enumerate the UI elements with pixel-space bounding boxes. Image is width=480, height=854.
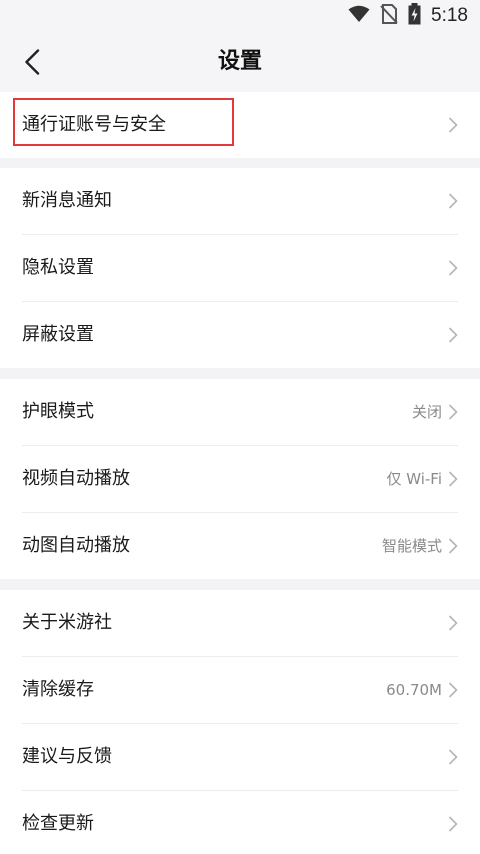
chevron-right-icon	[448, 615, 458, 631]
row-label: 建议与反馈	[22, 746, 112, 767]
row-feedback[interactable]: 建议与反馈	[0, 724, 480, 790]
chevron-right-icon	[448, 682, 458, 698]
status-bar: 5:18	[0, 0, 480, 32]
section-display: 护眼模式 关闭 视频自动播放 仅 Wi-Fi 动图自动播放 智能模式	[0, 379, 480, 579]
row-value: 关闭	[411, 403, 442, 421]
row-eye-protection[interactable]: 护眼模式 关闭	[0, 379, 480, 445]
row-label: 关于米游社	[22, 612, 112, 633]
row-account-security[interactable]: 通行证账号与安全	[0, 92, 480, 158]
row-new-message-notification[interactable]: 新消息通知	[0, 168, 480, 234]
row-label: 护眼模式	[22, 401, 94, 422]
wifi-icon	[348, 5, 370, 28]
battery-charging-icon	[408, 2, 421, 30]
row-check-update[interactable]: 检查更新	[0, 791, 480, 854]
row-video-autoplay[interactable]: 视频自动播放 仅 Wi-Fi	[0, 446, 480, 512]
row-value: 60.70M	[386, 681, 442, 699]
section-notifications-privacy: 新消息通知 隐私设置 屏蔽设置	[0, 168, 480, 368]
chevron-left-icon	[25, 49, 40, 75]
row-gif-autoplay[interactable]: 动图自动播放 智能模式	[0, 513, 480, 579]
row-privacy-settings[interactable]: 隐私设置	[0, 235, 480, 301]
row-label: 动图自动播放	[22, 535, 130, 556]
row-label: 检查更新	[22, 813, 94, 834]
row-value: 智能模式	[381, 537, 442, 555]
no-sim-icon	[380, 3, 398, 29]
chevron-right-icon	[448, 260, 458, 276]
chevron-right-icon	[448, 327, 458, 343]
chevron-right-icon	[448, 538, 458, 554]
row-label: 通行证账号与安全	[22, 114, 166, 135]
row-about-miyoushe[interactable]: 关于米游社	[0, 590, 480, 656]
chevron-right-icon	[448, 816, 458, 832]
row-clear-cache[interactable]: 清除缓存 60.70M	[0, 657, 480, 723]
status-time: 5:18	[431, 5, 468, 26]
settings-screen: 5:18 设置 通行证账号与安全 新消息通知 隐私设置 屏蔽设置 护眼模式 关闭…	[0, 0, 480, 854]
row-label: 屏蔽设置	[22, 324, 94, 345]
app-header: 设置	[0, 32, 480, 92]
page-title: 设置	[217, 49, 262, 74]
status-icons: 5:18	[348, 2, 468, 30]
section-about: 关于米游社 清除缓存 60.70M 建议与反馈 检查更新	[0, 590, 480, 854]
row-label: 清除缓存	[22, 679, 94, 700]
row-label: 视频自动播放	[22, 468, 130, 489]
row-block-settings[interactable]: 屏蔽设置	[0, 302, 480, 368]
row-label: 隐私设置	[22, 257, 94, 278]
back-button[interactable]	[12, 42, 52, 82]
chevron-right-icon	[448, 749, 458, 765]
chevron-right-icon	[448, 404, 458, 420]
row-value: 仅 Wi-Fi	[386, 470, 442, 488]
chevron-right-icon	[448, 117, 458, 133]
row-label: 新消息通知	[22, 190, 112, 211]
chevron-right-icon	[448, 471, 458, 487]
section-account: 通行证账号与安全	[0, 92, 480, 158]
chevron-right-icon	[448, 193, 458, 209]
